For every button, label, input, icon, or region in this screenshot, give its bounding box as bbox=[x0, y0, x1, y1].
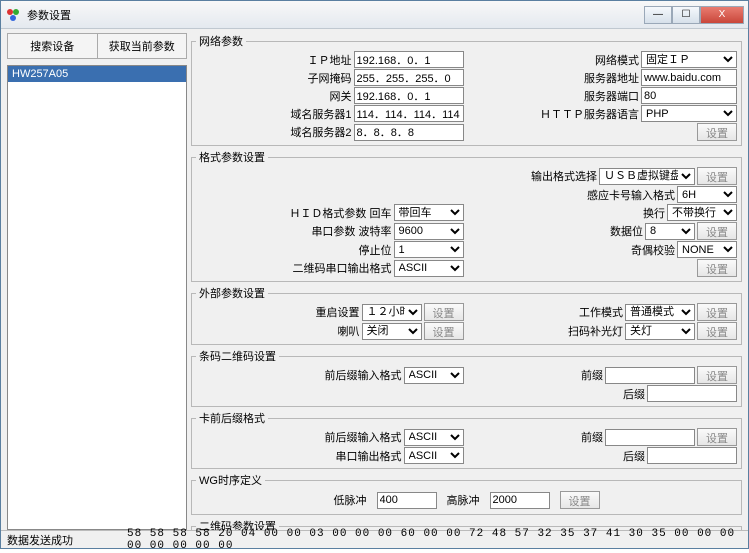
fmt-set3-button[interactable]: 设置 bbox=[697, 259, 737, 277]
parity-select[interactable]: NONE bbox=[677, 241, 737, 258]
format-group: 格式参数设置 输出格式选择ＵＳＢ虚拟键盘设置 感应卡号输入格式6H ＨＩＤ格式参… bbox=[191, 149, 742, 282]
ext-set1-button[interactable]: 设置 bbox=[424, 303, 464, 321]
wg-set-button[interactable]: 设置 bbox=[560, 491, 600, 509]
gateway-input[interactable] bbox=[354, 87, 464, 104]
cardps-suffix-input[interactable] bbox=[647, 447, 737, 464]
dns1-input[interactable] bbox=[354, 105, 464, 122]
search-device-button[interactable]: 搜索设备 bbox=[8, 34, 98, 58]
baud-select[interactable]: 9600 bbox=[394, 223, 464, 240]
minimize-button[interactable]: — bbox=[644, 6, 672, 24]
server-input[interactable] bbox=[641, 69, 737, 86]
device-item[interactable]: HW257A05 bbox=[8, 66, 186, 82]
close-button[interactable]: X bbox=[700, 6, 744, 24]
mask-input[interactable] bbox=[354, 69, 464, 86]
qr-out-select[interactable]: ASCII bbox=[394, 260, 464, 277]
ext-set3-button[interactable]: 设置 bbox=[424, 322, 464, 340]
cardps-set-button[interactable]: 设置 bbox=[697, 428, 737, 446]
card-presuf-group: 卡前后缀格式 前后缀输入格式ASCII 前缀设置 串口输出格式ASCII 后缀 bbox=[191, 410, 742, 469]
out-format-select[interactable]: ＵＳＢ虚拟键盘 bbox=[599, 168, 695, 185]
status-text: 数据发送成功 bbox=[7, 532, 127, 548]
device-list[interactable]: HW257A05 bbox=[7, 65, 187, 530]
net-set-button[interactable]: 设置 bbox=[697, 123, 737, 141]
dns2-input[interactable] bbox=[354, 124, 464, 141]
bcqr-prefix-input[interactable] bbox=[605, 367, 695, 384]
wrap-select[interactable]: 不带换行 bbox=[667, 204, 737, 221]
get-params-button[interactable]: 获取当前参数 bbox=[98, 34, 187, 58]
network-group: 网络参数 ＩＰ地址 网络模式固定ＩＰ 子网掩码 服务器地址 网关 服务器端口 域… bbox=[191, 33, 742, 146]
stopbits-select[interactable]: 1 bbox=[394, 241, 464, 258]
light-select[interactable]: 关灯 bbox=[625, 323, 695, 340]
cardps-infmt-select[interactable]: ASCII bbox=[404, 429, 464, 446]
bcqr-infmt-select[interactable]: ASCII bbox=[404, 367, 464, 384]
external-group: 外部参数设置 重启设置１２小时设置 工作模式普通模式设置 喇叭关闭设置 扫码补光… bbox=[191, 285, 742, 345]
ext-set2-button[interactable]: 设置 bbox=[697, 303, 737, 321]
ip-input[interactable] bbox=[354, 51, 464, 68]
maximize-button[interactable]: ☐ bbox=[672, 6, 700, 24]
wg-group: WG时序定义 低脉冲 高脉冲 设置 bbox=[191, 472, 742, 515]
barcode-qr-group: 条码二维码设置 前后缀输入格式ASCII 前缀设置 后缀 bbox=[191, 348, 742, 407]
port-input[interactable] bbox=[641, 87, 737, 104]
net-mode-select[interactable]: 固定ＩＰ bbox=[641, 51, 737, 68]
workmode-select[interactable]: 普通模式 bbox=[625, 304, 695, 321]
wg-high-input[interactable] bbox=[490, 492, 550, 509]
bcqr-set-button[interactable]: 设置 bbox=[697, 366, 737, 384]
network-legend: 网络参数 bbox=[196, 33, 246, 49]
databits-select[interactable]: 8 bbox=[645, 223, 695, 240]
card-format-select[interactable]: 6H bbox=[677, 186, 737, 203]
fmt-set2-button[interactable]: 设置 bbox=[697, 222, 737, 240]
hid-select[interactable]: 带回车 bbox=[394, 204, 464, 221]
restart-select[interactable]: １２小时 bbox=[362, 304, 422, 321]
speaker-select[interactable]: 关闭 bbox=[362, 323, 422, 340]
window-title: 参数设置 bbox=[27, 7, 644, 23]
cardps-prefix-input[interactable] bbox=[605, 429, 695, 446]
cardps-outfmt-select[interactable]: ASCII bbox=[404, 447, 464, 464]
fmt-set1-button[interactable]: 设置 bbox=[697, 167, 737, 185]
wg-low-input[interactable] bbox=[377, 492, 437, 509]
status-hex: 58 58 58 58 20 04 00 00 03 00 00 00 60 0… bbox=[127, 528, 742, 552]
app-icon bbox=[5, 7, 21, 23]
bcqr-suffix-input[interactable] bbox=[647, 385, 737, 402]
ext-set4-button[interactable]: 设置 bbox=[697, 322, 737, 340]
http-lang-select[interactable]: PHP bbox=[641, 105, 737, 122]
